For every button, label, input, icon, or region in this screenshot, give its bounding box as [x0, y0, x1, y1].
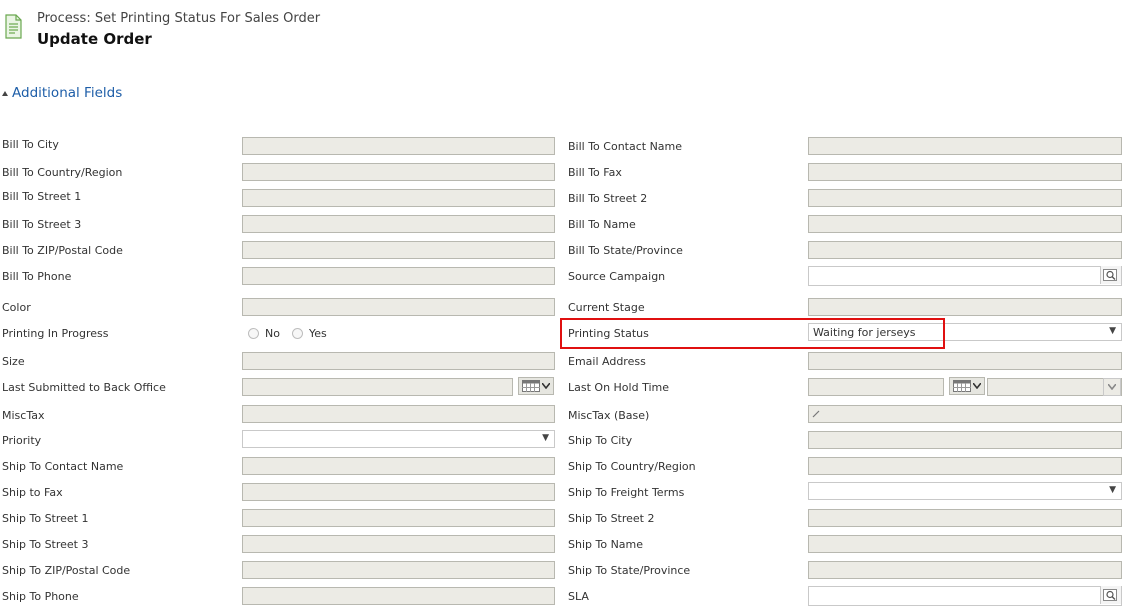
field-label: Bill To Street 2 [568, 192, 648, 205]
field-label: Ship To Contact Name [2, 460, 124, 473]
field-label: Ship To City [568, 434, 633, 447]
ship-to-street1-field[interactable] [242, 509, 555, 527]
radio-label-yes: Yes [309, 327, 327, 340]
field-label: MiscTax [2, 409, 45, 422]
lookup-icon [1103, 589, 1117, 601]
calendar-button[interactable] [518, 377, 554, 395]
bill-to-street3-field[interactable] [242, 215, 555, 233]
field-label: Bill To Fax [568, 166, 622, 179]
ship-to-fax-field[interactable] [242, 483, 555, 501]
field-label: Ship To Freight Terms [568, 486, 685, 499]
field-label: Ship To Street 3 [2, 538, 89, 551]
current-stage-field[interactable] [808, 298, 1122, 316]
last-on-hold-date-field[interactable] [808, 378, 944, 396]
field-label: Bill To Name [568, 218, 636, 231]
ship-to-street3-field[interactable] [242, 535, 555, 553]
pencil-icon [812, 410, 820, 418]
field-label: Bill To ZIP/Postal Code [2, 244, 123, 257]
chevron-down-icon [542, 383, 550, 389]
last-submitted-date-field[interactable] [242, 378, 513, 396]
field-label: Current Stage [568, 301, 645, 314]
field-label: Bill To Contact Name [568, 140, 683, 153]
field-label: Bill To Street 3 [2, 218, 82, 231]
ship-to-zip-field[interactable] [242, 561, 555, 579]
chevron-down-icon [1108, 384, 1116, 390]
dropdown-caret-icon: ▼ [1109, 326, 1116, 336]
field-label: Bill To Country/Region [2, 166, 123, 179]
form-title: Update Order [37, 30, 152, 48]
radio-button[interactable] [292, 328, 303, 339]
bill-to-phone-field[interactable] [242, 267, 555, 285]
field-label: Ship To ZIP/Postal Code [2, 564, 131, 577]
field-label: Ship To Phone [2, 590, 79, 603]
printing-status-highlight [560, 318, 945, 349]
bill-to-street1-field[interactable] [242, 189, 555, 207]
bill-to-state-field[interactable] [808, 241, 1122, 259]
field-label: Bill To Street 1 [2, 190, 82, 203]
lookup-icon [1103, 269, 1117, 281]
field-label: Email Address [568, 355, 646, 368]
ship-to-state-field[interactable] [808, 561, 1122, 579]
ship-to-city-field[interactable] [808, 431, 1122, 449]
calendar-icon [953, 380, 971, 392]
field-label: Bill To City [2, 138, 59, 151]
field-label: SLA [568, 590, 589, 603]
bill-to-zip-field[interactable] [242, 241, 555, 259]
field-label: Ship to Fax [2, 486, 63, 499]
field-label: Last Submitted to Back Office [2, 381, 166, 394]
sla-lookup[interactable] [808, 586, 1122, 606]
misctax-base-field[interactable] [808, 405, 1122, 423]
lookup-button[interactable] [1100, 266, 1121, 284]
field-label: Last On Hold Time [568, 381, 669, 394]
ship-to-country-field[interactable] [808, 457, 1122, 475]
field-label: Source Campaign [568, 270, 666, 283]
ship-to-phone-field[interactable] [242, 587, 555, 605]
bill-to-contact-name-field[interactable] [808, 137, 1122, 155]
ship-to-street2-field[interactable] [808, 509, 1122, 527]
bill-to-name-field[interactable] [808, 215, 1122, 233]
printing-in-progress-no-option[interactable]: No [248, 327, 280, 340]
bill-to-fax-field[interactable] [808, 163, 1122, 181]
field-label: Ship To State/Province [568, 564, 691, 577]
ship-to-name-field[interactable] [808, 535, 1122, 553]
ship-to-contact-name-field[interactable] [242, 457, 555, 475]
bill-to-country-field[interactable] [242, 163, 555, 181]
field-label: Ship To Name [568, 538, 644, 551]
calendar-icon [522, 380, 540, 392]
section-label: Additional Fields [12, 85, 123, 101]
process-form-icon [3, 14, 23, 40]
priority-select[interactable]: ▼ [242, 430, 555, 448]
bill-to-city-field[interactable] [242, 137, 555, 155]
misctax-field[interactable] [242, 405, 555, 423]
last-on-hold-time-field[interactable] [987, 378, 1122, 396]
field-label: Size [2, 355, 25, 368]
source-campaign-lookup[interactable] [808, 266, 1122, 286]
calendar-button[interactable] [949, 377, 985, 395]
field-label: Color [2, 301, 31, 314]
lookup-button[interactable] [1100, 586, 1121, 604]
field-label: Ship To Street 1 [2, 512, 89, 525]
time-dropdown-button[interactable] [1103, 378, 1121, 396]
dropdown-caret-icon: ▼ [542, 433, 549, 443]
printing-in-progress-yes-option[interactable]: Yes [292, 327, 327, 340]
field-label: Priority [2, 434, 42, 447]
color-field[interactable] [242, 298, 555, 316]
field-label: Ship To Country/Region [568, 460, 696, 473]
radio-label-no: No [265, 327, 280, 340]
chevron-down-icon [973, 383, 981, 389]
dropdown-caret-icon: ▼ [1109, 485, 1116, 495]
process-title: Process: Set Printing Status For Sales O… [37, 11, 321, 26]
radio-button[interactable] [248, 328, 259, 339]
field-label: Ship To Street 2 [568, 512, 655, 525]
section-toggle-additional-fields[interactable]: Additional Fields [2, 85, 122, 101]
field-label: MiscTax (Base) [568, 409, 650, 422]
bill-to-street2-field[interactable] [808, 189, 1122, 207]
expand-triangle-icon [2, 90, 8, 96]
field-label: Bill To State/Province [568, 244, 683, 257]
field-label: Printing In Progress [2, 327, 109, 340]
field-label: Bill To Phone [2, 270, 72, 283]
ship-to-freight-terms-select[interactable]: ▼ [808, 482, 1122, 500]
email-address-field[interactable] [808, 352, 1122, 370]
size-field[interactable] [242, 352, 555, 370]
